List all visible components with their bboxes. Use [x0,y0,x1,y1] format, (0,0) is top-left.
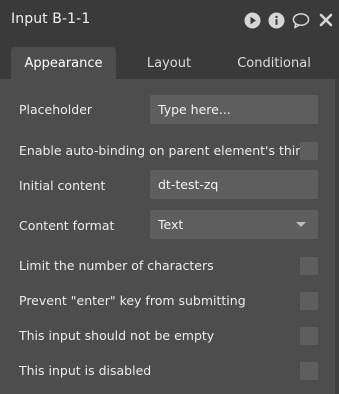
limit-chars-label: Limit the number of characters [19,258,214,273]
disabled-checkbox[interactable] [300,362,318,380]
content-format-value: Text [158,217,184,232]
placeholder-input[interactable]: Type here... [150,95,318,124]
tab-appearance[interactable]: Appearance [11,47,116,79]
tab-bar: Appearance Layout Conditional [0,40,339,79]
not-empty-label: This input should not be empty [19,328,215,343]
content-format-label: Content format [19,218,115,233]
prevent-enter-label: Prevent "enter" key from submitting [19,293,246,308]
comment-icon[interactable] [292,11,310,29]
close-icon[interactable] [317,11,335,29]
initial-content-input[interactable]: dt-test-zq [150,170,318,199]
info-icon[interactable] [267,11,285,29]
window-header: Input B-1-1 [0,0,339,40]
tab-conditional[interactable]: Conditional [230,47,318,79]
content-format-select[interactable]: Text [150,210,318,239]
scrollbar-track[interactable] [335,79,339,394]
not-empty-checkbox[interactable] [300,327,318,345]
tab-layout[interactable]: Layout [130,47,208,79]
auto-binding-label: Enable auto-binding on parent element's … [19,143,312,158]
auto-binding-checkbox[interactable] [300,142,318,160]
window-title: Input B-1-1 [11,11,91,27]
play-icon[interactable] [243,11,261,29]
placeholder-label: Placeholder [19,102,93,117]
chevron-down-icon [296,222,306,227]
initial-content-label: Initial content [19,178,106,193]
disabled-label: This input is disabled [19,363,152,378]
prevent-enter-checkbox[interactable] [300,292,318,310]
limit-chars-checkbox[interactable] [300,257,318,275]
